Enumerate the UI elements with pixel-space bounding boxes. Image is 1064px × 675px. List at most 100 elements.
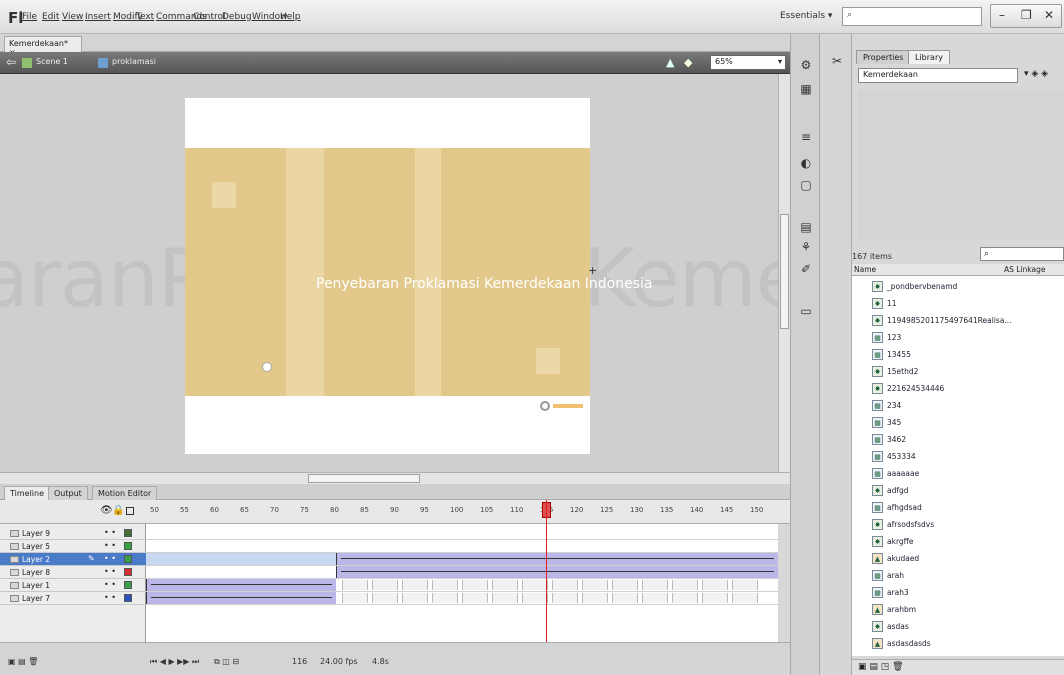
swatches-icon[interactable]: ▤ [799,220,813,234]
visibility-dots[interactable]: • • [104,580,116,589]
layer-color-box[interactable] [124,594,132,602]
frame-row[interactable] [146,579,778,592]
stage-horizontal-scrollbar[interactable] [0,472,790,484]
tween-span[interactable] [336,566,778,578]
layer-row[interactable]: Layer 2 ✎ • • [0,553,146,566]
library-item[interactable]: ▦ afhgdsad [852,500,1064,515]
library-item[interactable]: ▦ arah3 [852,585,1064,600]
pin-icon[interactable]: ▾ ◈ ◈ [1024,69,1048,79]
col-name[interactable]: Name [854,265,876,274]
layer-color-box[interactable] [124,529,132,537]
edit-scene-icon[interactable]: ▲ [666,56,674,69]
library-item[interactable]: ▲ arahbm [852,602,1064,617]
tween-span[interactable] [146,579,336,591]
scroll-thumb[interactable] [780,214,789,329]
menu-insert[interactable]: Insert [85,12,111,22]
breadcrumb-symbol[interactable]: proklamasi [112,57,156,66]
help-search-input[interactable]: ⌕ [842,7,982,26]
library-icon[interactable]: ▦ [799,82,813,96]
tab-properties[interactable]: Properties [856,50,911,64]
tween-span[interactable] [336,553,778,565]
library-search-input[interactable]: ⌕ [980,247,1064,261]
back-arrow-icon[interactable]: ⇦ [6,55,16,69]
visibility-dots[interactable]: • • [104,567,116,576]
eye-icon[interactable]: 👁 [100,505,113,516]
library-item[interactable]: ▦ 234 [852,398,1064,413]
align-icon[interactable]: ≡ [799,130,813,144]
visibility-dots[interactable]: • • [104,541,116,550]
layer-row[interactable]: Layer 1 • • [0,579,146,592]
frame-row[interactable] [146,592,778,605]
library-item[interactable]: ✸ afrsodsfsdvs [852,517,1064,532]
tab-output[interactable]: Output [48,486,88,500]
visibility-dots[interactable]: • • [104,554,116,563]
library-item[interactable]: ▦ 453334 [852,449,1064,464]
layer-color-box[interactable] [124,555,132,563]
menu-file[interactable]: File [22,12,37,22]
layer-row[interactable]: Layer 8 • • [0,566,146,579]
playback-controls[interactable]: ⏮ ◀ ▶ ▶▶ ⏭ [150,657,199,667]
layer-color-box[interactable] [124,581,132,589]
library-item[interactable]: ✸ 221624534446 [852,381,1064,396]
library-item[interactable]: ✸ _pondbervbenamd [852,279,1064,294]
layer-row[interactable]: Layer 5 • • [0,540,146,553]
library-item[interactable]: ▦ 13455 [852,347,1064,362]
library-item[interactable]: ▲ akudaed [852,551,1064,566]
visibility-dots[interactable]: • • [104,593,116,602]
components-icon[interactable]: ⚘ [799,240,813,254]
frame-row[interactable] [146,553,778,566]
stage-vertical-scrollbar[interactable] [778,74,790,472]
button-icon[interactable] [540,401,550,411]
layer-color-box[interactable] [124,542,132,550]
frame-grid[interactable] [146,524,778,642]
motion-presets-icon[interactable]: ▭ [799,304,813,318]
layer-row[interactable]: Layer 9 • • [0,527,146,540]
library-item[interactable]: ✸ 1194985201175497641Realisa... [852,313,1064,328]
library-item[interactable]: ✸ 15ethd2 [852,364,1064,379]
tab-motion-editor[interactable]: Motion Editor [92,486,158,500]
minimize-icon[interactable]: – [999,8,1005,22]
frame-row[interactable] [146,566,778,579]
library-item[interactable]: ▦ 3462 [852,432,1064,447]
library-item[interactable]: ▦ 345 [852,415,1064,430]
menu-text[interactable]: Text [136,12,154,22]
library-item[interactable]: ✸ 11 [852,296,1064,311]
workspace-switcher[interactable]: Essentials ▾ [780,11,832,21]
stage-area[interactable]: aranProklamasiKemerdekaan Penyebaran Pro… [0,74,778,472]
new-layer-icon[interactable]: ▣ ▤ 🗑 [8,657,38,666]
info-icon[interactable]: ▢ [799,178,813,192]
maximize-icon[interactable]: ❐ [1021,8,1032,22]
library-item[interactable]: ✸ asdas [852,619,1064,634]
library-item[interactable]: ✸ akrgffe [852,534,1064,549]
menu-debug[interactable]: Debug [222,12,252,22]
tween-span[interactable] [146,592,336,604]
close-icon[interactable]: ✕ [1044,8,1054,22]
zoom-select[interactable]: 65% ▾ [710,55,786,70]
menu-edit[interactable]: Edit [42,12,59,22]
document-tab[interactable]: Kemerdekaan* × [4,36,82,57]
color-icon[interactable]: ◐ [799,156,813,170]
layer-color-box[interactable] [124,568,132,576]
lock-icon[interactable]: 🔒 [112,505,124,516]
tab-library[interactable]: Library [908,50,950,64]
frame-row[interactable] [146,540,778,553]
tab-timeline[interactable]: Timeline [4,486,51,500]
tools-icon[interactable]: ✂ [830,54,844,68]
menu-help[interactable]: Help [280,12,301,22]
menu-view[interactable]: View [62,12,83,22]
library-item[interactable]: ▦ 123 [852,330,1064,345]
col-linkage[interactable]: AS Linkage [1004,265,1045,274]
brush-icon[interactable]: ✐ [799,262,813,276]
library-item[interactable]: ▦ arah [852,568,1064,583]
layer-row[interactable]: Layer 7 • • [0,592,146,605]
breadcrumb-scene[interactable]: Scene 1 [36,57,68,66]
library-document-select[interactable]: Kemerdekaan [858,68,1018,83]
onion-skin-icon[interactable]: ⧉ ◫ ⊟ [214,657,239,667]
outline-icon[interactable] [126,507,134,515]
properties-icon[interactable]: ⚙ [799,58,813,72]
scroll-thumb[interactable] [308,474,420,483]
library-item[interactable]: ▲ asdasdasds [852,636,1064,651]
frame-row[interactable] [146,527,778,540]
edit-symbol-icon[interactable]: ◆ [684,56,692,69]
library-item[interactable]: ▦ aaaaaae [852,466,1064,481]
